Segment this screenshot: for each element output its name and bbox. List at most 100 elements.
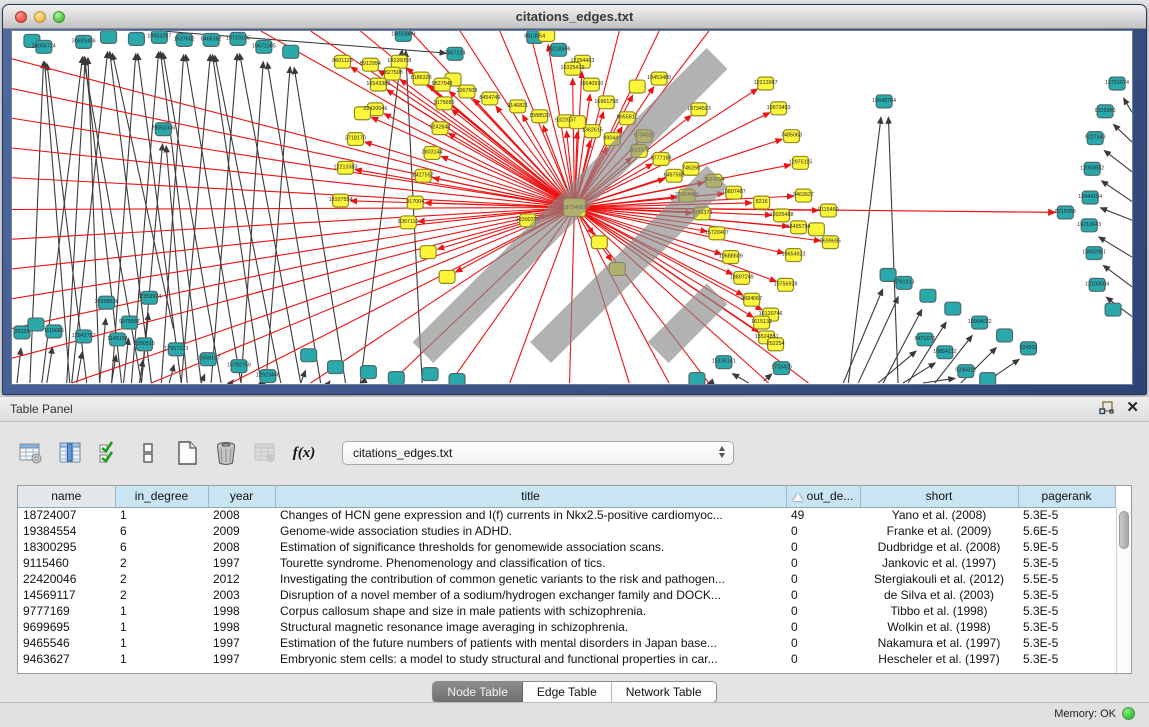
node-table: namein_degreeyeartitleout_de...shortpage…: [17, 485, 1132, 674]
table-source-dropdown[interactable]: citations_edges.txt: [342, 441, 734, 465]
cell-in_degree: 1: [115, 635, 208, 651]
column-header-pagerank[interactable]: pagerank: [1018, 486, 1115, 507]
cell-name: 18300295: [18, 539, 115, 555]
cell-in_degree: 2: [115, 587, 208, 603]
cell-year: 1998: [208, 603, 275, 619]
cell-pagerank: 5.6E-5: [1018, 523, 1115, 539]
network-canvas[interactable]: 2405572430691406106532571527602646616210…: [11, 30, 1133, 385]
cell-title: Tourette syndrome. Phenomenology and cla…: [275, 555, 786, 571]
table-panel-header: Table Panel ✕: [0, 397, 1149, 422]
network-window: citations_edges.txt 24055724306914061065…: [2, 4, 1147, 395]
column-header-out_degree[interactable]: out_de...: [786, 486, 860, 507]
window-title: citations_edges.txt: [3, 9, 1146, 24]
column-highlight-icon[interactable]: [57, 440, 83, 466]
delete-table-disabled-icon: [252, 440, 278, 466]
cell-in_degree: 6: [115, 539, 208, 555]
cell-out_degree: 49: [786, 507, 860, 523]
cell-name: 9115460: [18, 555, 115, 571]
cell-pagerank: 5.3E-5: [1018, 555, 1115, 571]
window-titlebar[interactable]: citations_edges.txt: [3, 5, 1146, 29]
cell-name: 9777169: [18, 603, 115, 619]
cell-year: 2008: [208, 539, 275, 555]
cell-year: 1997: [208, 651, 275, 667]
cell-year: 1997: [208, 555, 275, 571]
cell-year: 2012: [208, 571, 275, 587]
cell-out_degree: 0: [786, 635, 860, 651]
cell-pagerank: 5.3E-5: [1018, 619, 1115, 635]
cell-title: Investigating the contribution of common…: [275, 571, 786, 587]
cell-title: Corpus callosum shape and size in male p…: [275, 603, 786, 619]
tab-network-table[interactable]: Network Table: [612, 682, 716, 702]
cell-out_degree: 0: [786, 539, 860, 555]
cell-year: 1998: [208, 619, 275, 635]
cell-year: 1997: [208, 635, 275, 651]
table-row[interactable]: 946362711997Embryonic stem cells: a mode…: [18, 651, 1115, 667]
status-bar: Memory: OK: [0, 702, 1149, 727]
table-row[interactable]: 977716911998Corpus callosum shape and si…: [18, 603, 1115, 619]
cell-short: Stergiakouli et al. (2012): [860, 571, 1018, 587]
cell-out_degree: 0: [786, 651, 860, 667]
table-row[interactable]: 969969511998Structural magnetic resonanc…: [18, 619, 1115, 635]
cell-name: 18724007: [18, 507, 115, 523]
cell-short: de Silva et al. (2003): [860, 587, 1018, 603]
cell-pagerank: 5.3E-5: [1018, 635, 1115, 651]
column-header-title[interactable]: title: [275, 486, 786, 507]
cell-in_degree: 6: [115, 523, 208, 539]
close-panel-icon[interactable]: ✕: [1126, 401, 1139, 415]
column-header-name[interactable]: name: [18, 486, 115, 507]
cell-pagerank: 5.3E-5: [1018, 587, 1115, 603]
cell-short: Nakamura et al. (1997): [860, 635, 1018, 651]
green-checks-icon[interactable]: [96, 440, 122, 466]
function-icon[interactable]: f(x): [291, 440, 317, 466]
cell-year: 2008: [208, 507, 275, 523]
column-header-in_degree[interactable]: in_degree: [115, 486, 208, 507]
cell-in_degree: 1: [115, 651, 208, 667]
stacked-rows-icon[interactable]: [135, 440, 161, 466]
cell-short: Wolkin et al. (1998): [860, 619, 1018, 635]
cell-name: 14569117: [18, 587, 115, 603]
column-header-short[interactable]: short: [860, 486, 1018, 507]
new-document-icon[interactable]: [174, 440, 200, 466]
resize-grip-icon[interactable]: [11, 30, 1130, 382]
cell-short: Hescheler et al. (1997): [860, 651, 1018, 667]
cell-name: 22420046: [18, 571, 115, 587]
cell-out_degree: 0: [786, 619, 860, 635]
table-vertical-scrollbar[interactable]: [1116, 508, 1131, 673]
cell-pagerank: 5.9E-5: [1018, 539, 1115, 555]
cell-title: Disruption of a novel member of a sodium…: [275, 587, 786, 603]
cell-in_degree: 1: [115, 603, 208, 619]
table-row[interactable]: 1456911722003Disruption of a novel membe…: [18, 587, 1115, 603]
table-row[interactable]: 911546021997Tourette syndrome. Phenomeno…: [18, 555, 1115, 571]
cell-short: Tibbo et al. (1998): [860, 603, 1018, 619]
table-row[interactable]: 946554611997Estimation of the future num…: [18, 635, 1115, 651]
table-gear-icon[interactable]: [18, 440, 44, 466]
cell-in_degree: 2: [115, 555, 208, 571]
cell-in_degree: 2: [115, 571, 208, 587]
table-row[interactable]: 1830029562008Estimation of significance …: [18, 539, 1115, 555]
tab-node-table[interactable]: Node Table: [433, 682, 523, 702]
table-row[interactable]: 2242004622012Investigating the contribut…: [18, 571, 1115, 587]
cell-name: 19384554: [18, 523, 115, 539]
column-header-year[interactable]: year: [208, 486, 275, 507]
table-panel: Table Panel ✕: [0, 397, 1149, 727]
sort-ascending-icon: [793, 493, 803, 501]
memory-ok-icon[interactable]: [1122, 707, 1135, 720]
float-panel-icon[interactable]: [1099, 401, 1114, 415]
tab-edge-table[interactable]: Edge Table: [523, 682, 612, 702]
scrollbar-thumb[interactable]: [1119, 511, 1129, 549]
cell-title: Changes of HCN gene expression and I(f) …: [275, 507, 786, 523]
table-row[interactable]: 1872400712008Changes of HCN gene express…: [18, 507, 1115, 523]
cell-out_degree: 0: [786, 603, 860, 619]
trash-icon[interactable]: [213, 440, 239, 466]
cell-short: Dudbridge et al. (2008): [860, 539, 1018, 555]
cell-short: Yano et al. (2008): [860, 507, 1018, 523]
cell-pagerank: 5.3E-5: [1018, 603, 1115, 619]
table-header-row: namein_degreeyeartitleout_de...shortpage…: [18, 486, 1115, 507]
cell-name: 9463627: [18, 651, 115, 667]
cell-name: 9465546: [18, 635, 115, 651]
table-source-value: citations_edges.txt: [343, 446, 452, 460]
cell-pagerank: 5.3E-5: [1018, 507, 1115, 523]
cell-pagerank: 5.5E-5: [1018, 571, 1115, 587]
cell-in_degree: 1: [115, 619, 208, 635]
table-row[interactable]: 1938455462009Genome-wide association stu…: [18, 523, 1115, 539]
